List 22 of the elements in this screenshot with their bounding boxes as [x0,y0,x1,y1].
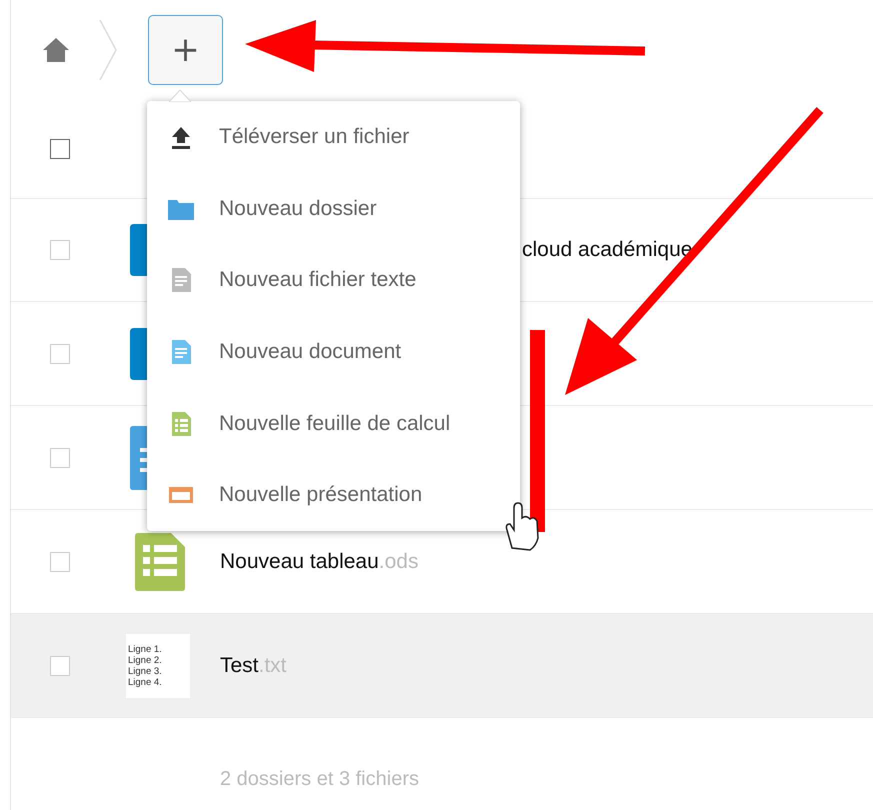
file-count-summary: 2 dossiers et 3 fichiers [220,768,419,790]
file-name[interactable]: cloud académique [522,238,692,262]
select-all-checkbox[interactable] [50,139,70,159]
menu-item[interactable]: Nouveau dossier [147,172,520,244]
row-checkbox[interactable] [50,344,70,364]
row-checkbox[interactable] [50,656,70,676]
menu-item[interactable]: Téléverser un fichier [147,101,520,173]
menu-item[interactable]: Nouveau fichier texte [147,244,520,316]
row-checkbox[interactable] [50,448,70,468]
breadcrumb-separator-icon [98,19,118,81]
thumbnail-text: Ligne 1. [128,644,163,654]
thumbnail-text: Ligne 4. [128,676,163,688]
add-button[interactable]: + [148,15,223,85]
row-checkbox[interactable] [50,552,70,572]
row-checkbox[interactable] [50,240,70,260]
home-icon[interactable] [42,37,70,63]
thumbnail-text: Ligne 3. [128,666,163,676]
menu-item[interactable]: Nouveau document [147,316,520,388]
menu-item[interactable]: Nouvelle feuille de calcul [147,388,520,460]
file-name[interactable]: Nouveau tableau.ods [220,550,418,574]
spreadsheet-icon [135,532,185,590]
thumbnail-text: Ligne 2. [128,654,163,666]
